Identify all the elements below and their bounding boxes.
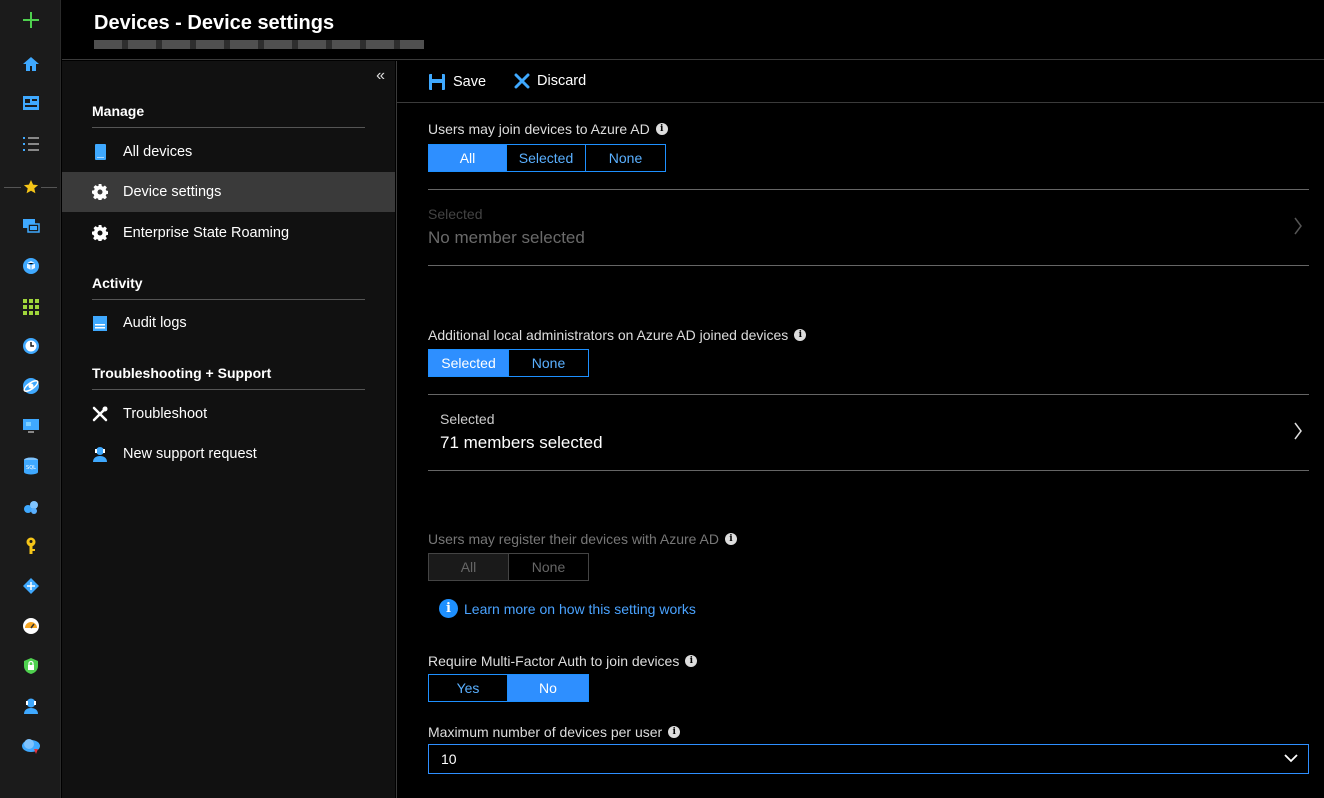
register-option-none: None xyxy=(531,559,566,575)
collapse-menu-button[interactable]: « xyxy=(376,67,385,85)
mfa-label-text: Require Multi-Factor Auth to join device… xyxy=(428,653,680,669)
help-support-icon[interactable] xyxy=(21,696,41,716)
save-icon xyxy=(429,74,445,90)
admins-members-picker[interactable]: Selected 71 members selected xyxy=(428,394,1309,471)
icon-rail: SQL xyxy=(0,0,61,798)
join-option-all[interactable]: All xyxy=(429,145,507,171)
picker-caption: Selected xyxy=(428,206,483,222)
discard-button[interactable]: Discard xyxy=(514,73,586,89)
picker-value: 71 members selected xyxy=(440,433,603,452)
audit-log-icon xyxy=(92,315,108,331)
join-members-picker[interactable]: Selected No member selected xyxy=(428,189,1309,266)
home-icon[interactable] xyxy=(21,54,41,74)
gear-icon xyxy=(92,184,108,200)
list-icon[interactable] xyxy=(21,134,41,154)
close-icon xyxy=(514,73,530,89)
chevron-down-icon xyxy=(1284,754,1298,763)
sql-icon[interactable]: SQL xyxy=(21,456,41,476)
nav-item-enterprise-state-roaming[interactable]: Enterprise State Roaming xyxy=(62,213,395,253)
register-toggle: All None xyxy=(428,553,589,581)
cosmos-icon[interactable] xyxy=(21,497,41,517)
advisor-icon[interactable] xyxy=(21,616,41,636)
admins-label-text: Additional local administrators on Azure… xyxy=(428,327,789,343)
mfa-option-yes[interactable]: Yes xyxy=(429,675,508,701)
all-resources-icon[interactable] xyxy=(21,297,41,317)
page-subtitle-redacted xyxy=(94,40,424,49)
plus-icon[interactable] xyxy=(21,10,41,30)
resource-menu: « Manage All devices Device settings Ent… xyxy=(62,61,395,798)
admins-option-selected[interactable]: Selected xyxy=(429,350,509,376)
devops-icon[interactable] xyxy=(21,576,41,596)
nav-item-label: All devices xyxy=(123,144,193,160)
page-title: Devices - Device settings xyxy=(94,12,335,34)
mfa-setting-label: Require Multi-Factor Auth to join device… xyxy=(428,653,698,669)
info-icon[interactable]: i xyxy=(725,533,737,545)
monitor-icon[interactable] xyxy=(21,416,41,436)
info-icon[interactable]: i xyxy=(794,329,807,341)
nav-item-label: Troubleshoot xyxy=(123,406,208,422)
info-icon: i xyxy=(439,599,458,618)
mfa-toggle: Yes No xyxy=(428,674,589,702)
gear-icon xyxy=(92,225,108,241)
nav-item-label: New support request xyxy=(123,446,257,462)
info-icon[interactable]: i xyxy=(685,655,698,667)
max-devices-label-text: Maximum number of devices per user xyxy=(428,724,663,740)
max-devices-value: 10 xyxy=(441,751,457,767)
admins-toggle: Selected None xyxy=(428,349,589,377)
nav-item-label: Audit logs xyxy=(123,315,187,331)
chevron-right-icon xyxy=(1294,422,1302,440)
info-icon[interactable]: i xyxy=(655,123,668,135)
nav-item-label: Device settings xyxy=(123,184,222,200)
mfa-option-no[interactable]: No xyxy=(508,675,588,701)
admins-option-none[interactable]: None xyxy=(509,350,588,376)
join-setting-label: Users may join devices to Azure AD i xyxy=(428,121,668,137)
admins-setting-label: Additional local administrators on Azure… xyxy=(428,327,807,343)
star-icon[interactable] xyxy=(21,177,41,197)
cloud-icon[interactable] xyxy=(21,736,41,756)
register-label-text: Users may register their devices with Az… xyxy=(428,531,719,547)
support-person-icon xyxy=(92,446,108,462)
blade-header: Devices - Device settings xyxy=(62,0,1324,60)
chevron-right-icon xyxy=(1294,217,1302,235)
device-icon xyxy=(92,144,108,160)
section-manage: Manage xyxy=(92,103,365,128)
picker-caption: Selected xyxy=(440,411,495,427)
command-bar: Save Discard xyxy=(397,61,1324,103)
nav-item-audit-logs[interactable]: Audit logs xyxy=(62,303,395,343)
security-center-icon[interactable] xyxy=(21,656,41,676)
tools-icon xyxy=(92,406,108,422)
register-option-all: All xyxy=(429,554,509,580)
join-toggle: All Selected None xyxy=(428,144,666,172)
nav-item-device-settings[interactable]: Device settings xyxy=(62,172,395,212)
key-icon[interactable] xyxy=(21,536,41,556)
join-label-text: Users may join devices to Azure AD xyxy=(428,121,650,137)
discard-label: Discard xyxy=(537,73,587,89)
app-services-icon[interactable] xyxy=(21,376,41,396)
max-devices-dropdown[interactable]: 10 xyxy=(428,744,1309,774)
dashboard-icon[interactable] xyxy=(21,93,41,113)
learn-more-link[interactable]: i Learn more on how this setting works xyxy=(439,599,696,618)
join-option-selected[interactable]: Selected xyxy=(507,145,586,171)
nav-item-new-support-request[interactable]: New support request xyxy=(62,434,395,474)
save-label: Save xyxy=(453,74,487,90)
svg-text:SQL: SQL xyxy=(26,465,36,471)
section-activity: Activity xyxy=(92,275,365,300)
learn-more-text: Learn more on how this setting works xyxy=(464,600,696,617)
picker-value: No member selected xyxy=(428,228,585,247)
register-setting-label: Users may register their devices with Az… xyxy=(428,531,737,547)
nav-item-troubleshoot[interactable]: Troubleshoot xyxy=(62,394,395,434)
max-devices-label: Maximum number of devices per user i xyxy=(428,724,681,740)
nav-item-all-devices[interactable]: All devices xyxy=(62,132,395,172)
info-icon[interactable]: i xyxy=(668,726,681,738)
section-troubleshooting-support: Troubleshooting + Support xyxy=(92,365,365,390)
save-button[interactable]: Save xyxy=(428,73,486,91)
join-option-none[interactable]: None xyxy=(586,145,665,171)
virtual-machines-icon[interactable] xyxy=(21,216,41,236)
nav-item-label: Enterprise State Roaming xyxy=(123,225,290,241)
cube-icon[interactable] xyxy=(21,256,41,276)
clock-icon[interactable] xyxy=(21,336,41,356)
settings-content: Save Discard Users may join devices to A… xyxy=(397,61,1324,798)
